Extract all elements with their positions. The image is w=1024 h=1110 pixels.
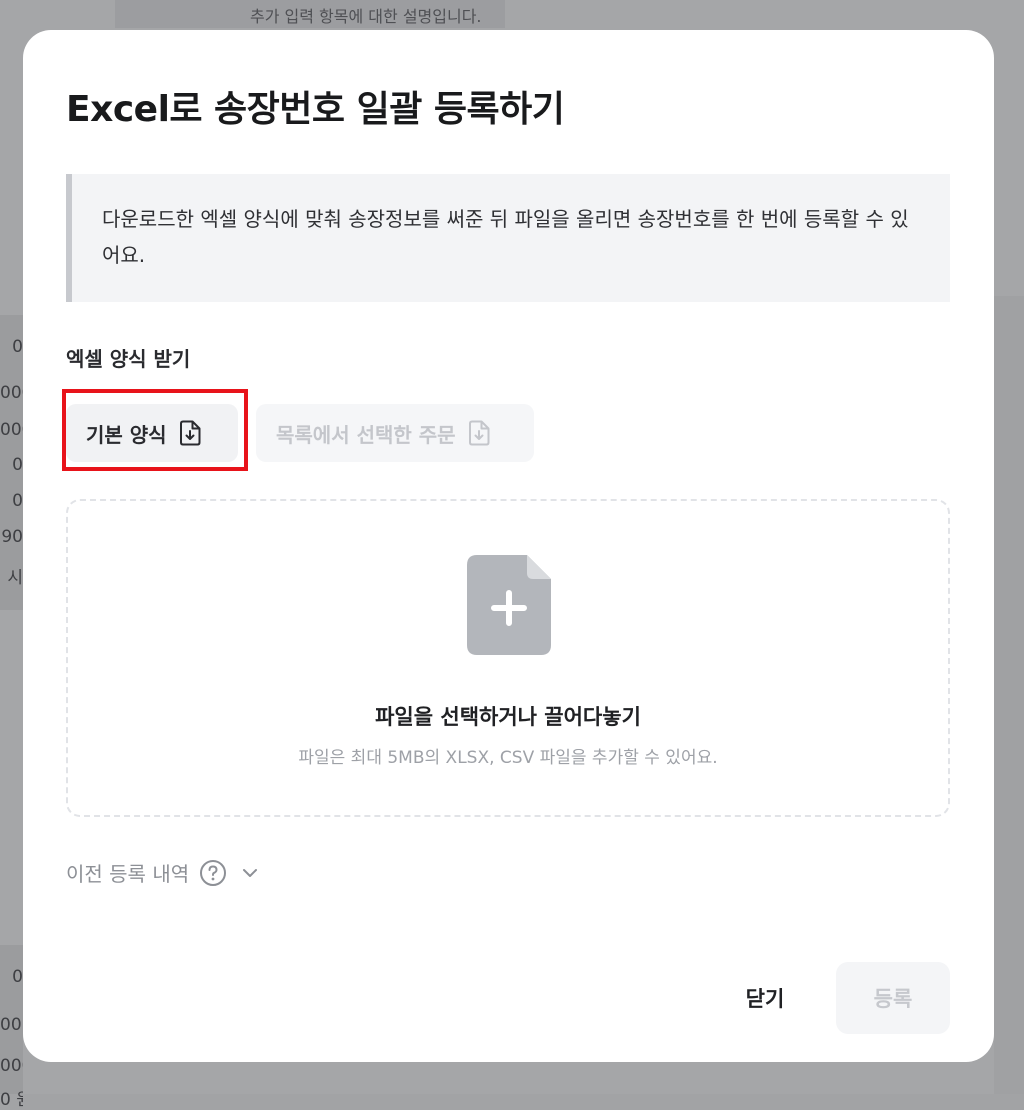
register-button[interactable]: 등록 (836, 962, 950, 1034)
background-value: 0 (12, 967, 23, 987)
excel-upload-modal: Excel로 송장번호 일괄 등록하기 다운로드한 엑셀 양식에 맞춰 송장정보… (23, 30, 994, 1062)
close-button[interactable]: 닫기 (721, 962, 809, 1034)
background-value: 000 (0, 420, 23, 440)
background-value: 90 (1, 527, 23, 547)
background-value: 0 (12, 337, 23, 357)
background-value: 0 (12, 491, 23, 511)
template-section-label: 엑셀 양식 받기 (66, 347, 191, 371)
modal-title: Excel로 송장번호 일괄 등록하기 (66, 89, 565, 130)
dropzone-title: 파일을 선택하거나 끌어다놓기 (375, 705, 641, 729)
info-callout: 다운로드한 엑셀 양식에 맞춰 송장정보를 써준 뒤 파일을 올리면 송장번호를… (66, 174, 950, 302)
file-add-icon (467, 555, 551, 655)
background-description: 추가 입력 항목에 대한 설명입니다. (250, 7, 482, 26)
background-value: 0 (12, 455, 23, 475)
info-text: 다운로드한 엑셀 양식에 맞춰 송장정보를 써준 뒤 파일을 올리면 송장번호를… (102, 207, 909, 267)
selected-orders-download-button[interactable]: 목록에서 선택한 주문 (256, 404, 534, 462)
background-value: 000 (0, 383, 23, 403)
help-circle-icon[interactable] (199, 859, 227, 887)
background-description-row: 추가 입력 항목에 대한 설명입니다. (115, 0, 505, 28)
file-dropzone[interactable]: 파일을 선택하거나 끌어다놓기 파일은 최대 5MB의 XLSX, CSV 파일… (66, 499, 950, 817)
selected-orders-label: 목록에서 선택한 주문 (276, 422, 456, 447)
history-label: 이전 등록 내역 (66, 862, 190, 886)
background-card: 0 001 000 원 0 원 (0, 945, 23, 1110)
previous-history-toggle[interactable]: 이전 등록 내역 (66, 858, 259, 887)
dropzone-subtitle: 파일은 최대 5MB의 XLSX, CSV 파일을 추가할 수 있어요. (298, 748, 718, 768)
file-download-icon (468, 420, 490, 446)
chevron-down-icon[interactable] (241, 864, 259, 882)
background-card: 0 000 000 0 0 90 시 (0, 315, 23, 610)
background-right-panel (994, 296, 1024, 1094)
background-value: 001 (0, 1015, 23, 1035)
background-value: 0 원 (0, 1090, 23, 1110)
background-value: 000 원 (0, 1056, 23, 1076)
background-value: 시 (7, 568, 23, 588)
highlight-annotation (62, 389, 248, 471)
